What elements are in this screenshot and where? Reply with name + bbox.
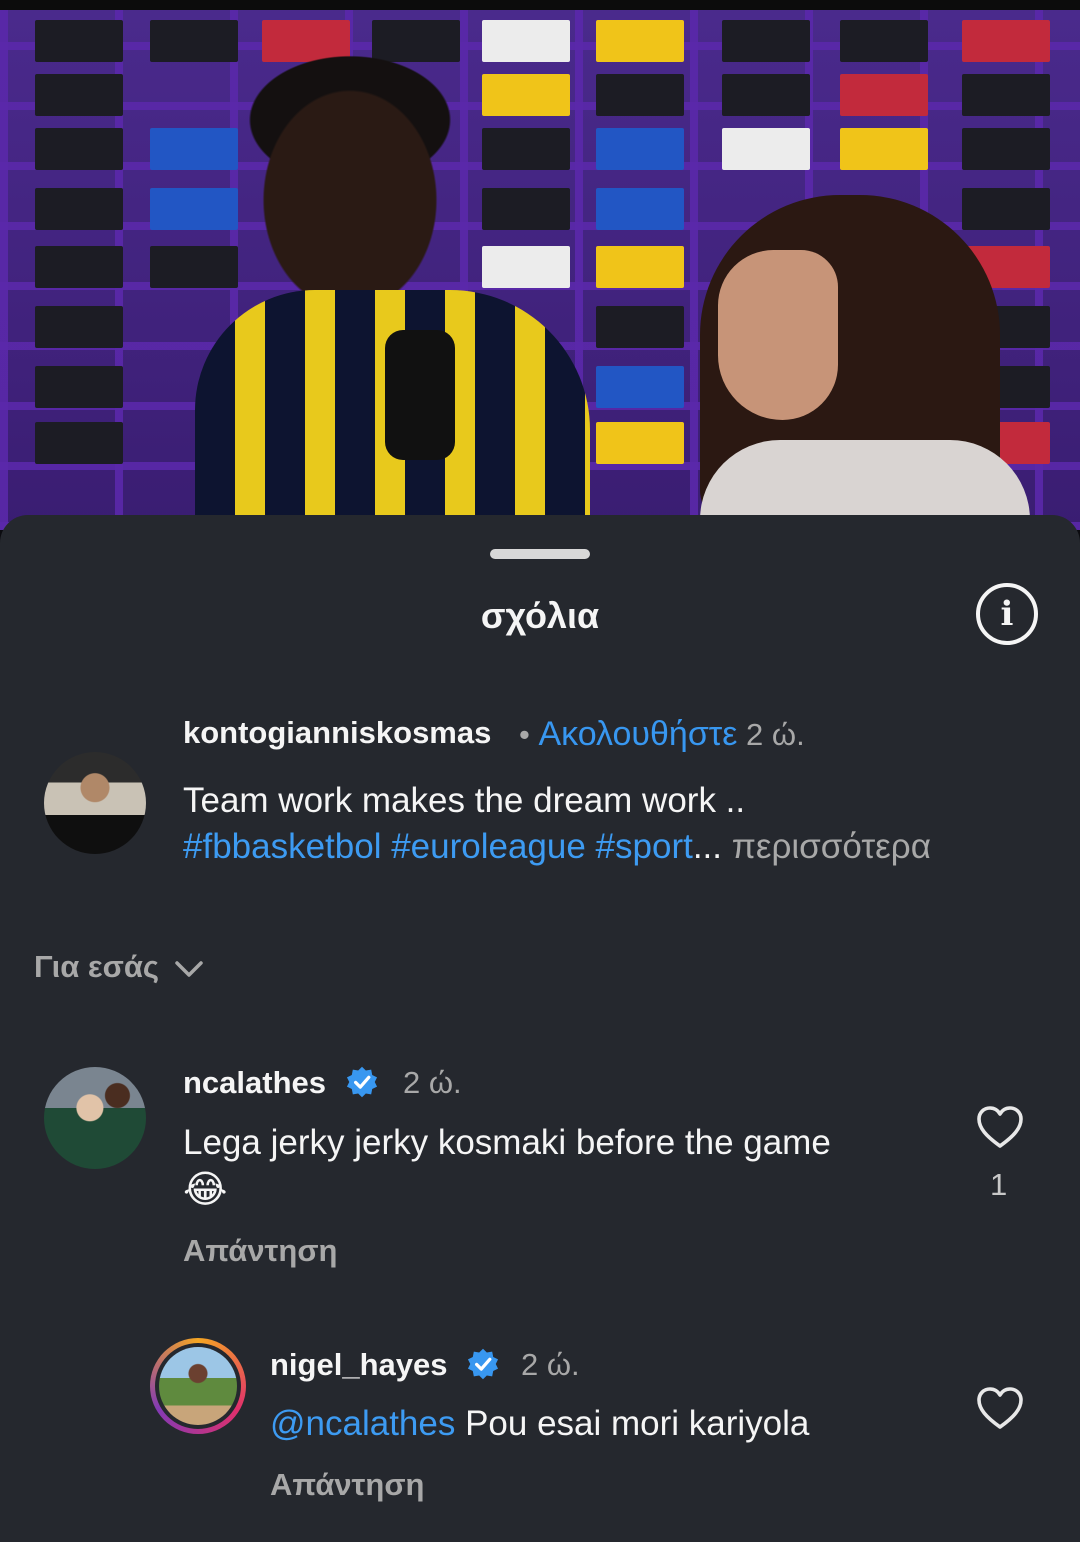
caption-username[interactable]: kontogianniskosmas	[183, 715, 491, 751]
avatar-photo	[159, 1347, 237, 1425]
comment-text-line: Lega jerky jerky kosmaki before the game	[183, 1123, 831, 1162]
reporter-face	[718, 250, 838, 420]
verified-badge-icon	[468, 1348, 499, 1380]
commenter-avatar[interactable]	[44, 1067, 146, 1169]
mention-link[interactable]: @ncalathes	[270, 1404, 455, 1443]
heart-icon[interactable]	[976, 1386, 1024, 1430]
video-player[interactable]	[0, 0, 1080, 530]
story-ring-avatar[interactable]	[150, 1338, 246, 1434]
heart-icon[interactable]	[976, 1105, 1024, 1149]
sheet-title: σχόλια	[480, 595, 600, 636]
comment-username[interactable]: nigel_hayes	[270, 1347, 500, 1383]
comment-text: @ncalathes Pou esai mori kariyola	[270, 1401, 960, 1447]
caption-meta: • Ακολουθήστε 2 ώ.	[519, 715, 805, 754]
comment-username-text: ncalathes	[183, 1065, 327, 1100]
sort-label: Για εσάς	[34, 949, 160, 984]
caption-line: Team work makes the dream work ..	[183, 781, 746, 820]
chevron-down-icon	[174, 961, 203, 977]
laughing-emoji-icon: 😂	[183, 1169, 228, 1211]
caption-time: 2 ώ.	[746, 717, 805, 752]
caption-ellipsis: ...	[692, 827, 723, 866]
drag-handle[interactable]	[490, 549, 590, 559]
comment-text: Lega jerky jerky kosmaki before the game…	[183, 1120, 943, 1214]
sort-dropdown[interactable]: Για εσάς	[34, 949, 204, 985]
comment-time: 2 ώ.	[521, 1347, 580, 1382]
comment-time: 2 ώ.	[403, 1065, 462, 1100]
caption-author-avatar[interactable]	[44, 752, 146, 854]
comment-username[interactable]: ncalathes	[183, 1065, 379, 1101]
caption-text: Team work makes the dream work .. #fbbas…	[183, 778, 1063, 870]
comment-text-line: Pou esai mori kariyola	[455, 1404, 810, 1443]
follow-button[interactable]: Ακολουθήστε	[538, 715, 737, 753]
separator-dot: •	[519, 717, 530, 752]
caption-hashtag-line: #fbbasketbol #euroleague #sport... περισ…	[183, 824, 1063, 870]
caption-hashtags[interactable]: #fbbasketbol #euroleague #sport	[183, 827, 693, 866]
status-bar	[0, 0, 1080, 10]
avatar-inner	[155, 1343, 241, 1429]
reply-button[interactable]: Απάντηση	[270, 1467, 424, 1503]
more-link[interactable]: περισσότερα	[732, 827, 931, 866]
reply-button[interactable]: Απάντηση	[183, 1233, 337, 1269]
comment-username-text: nigel_hayes	[270, 1347, 448, 1382]
verified-badge-icon	[346, 1066, 377, 1098]
info-button[interactable]: i	[976, 583, 1038, 645]
comments-sheet: σχόλια i kontogianniskosmas • Ακολουθήστ…	[0, 515, 1080, 1542]
like-count: 1	[990, 1167, 1008, 1202]
info-icon: i	[1000, 594, 1014, 634]
microphone	[385, 330, 455, 460]
